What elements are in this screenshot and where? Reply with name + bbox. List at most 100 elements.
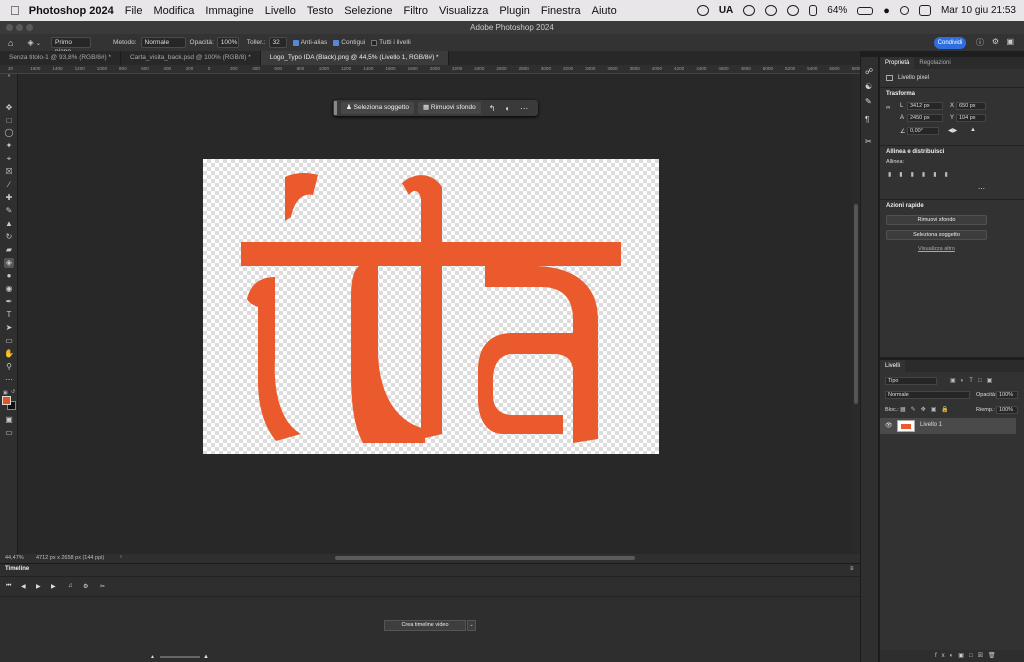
zoom-tool-icon[interactable]: ⚲: [4, 362, 14, 372]
zoom-window-button[interactable]: [26, 24, 33, 31]
tab-logo-typo-ida[interactable]: Logo_Typo IDA (Black).png @ 44,5% (Livel…: [260, 51, 449, 65]
hand-tool-icon[interactable]: ✋: [4, 349, 14, 359]
quick-actions-title[interactable]: Azioni rapide: [886, 203, 924, 209]
search-icon[interactable]: [899, 6, 909, 15]
layer-filter-select[interactable]: Tipo: [885, 377, 937, 385]
rectangle-tool-icon[interactable]: ▭: [4, 336, 14, 346]
adjustments-panel-icon[interactable]: ☯: [865, 82, 872, 91]
type-tool-icon[interactable]: T: [4, 310, 14, 320]
zoom-level[interactable]: 44,47%: [5, 555, 24, 561]
align-buttons-icon[interactable]: ▮▮▮▮▮▮: [888, 171, 956, 178]
eraser-tool-icon[interactable]: ▰: [4, 245, 14, 255]
tab-adjustments[interactable]: Regolazioni: [914, 57, 955, 69]
menu-modifica[interactable]: Modifica: [153, 5, 194, 17]
see-more-link[interactable]: Visualizza altro: [918, 246, 955, 252]
y-position-input[interactable]: 104 px: [956, 114, 986, 122]
menu-immagine[interactable]: Immagine: [205, 5, 253, 17]
lasso-tool-icon[interactable]: ◯: [4, 128, 14, 138]
clock[interactable]: Mar 10 giu 21:53: [941, 5, 1016, 16]
menu-testo[interactable]: Testo: [307, 5, 333, 17]
method-select[interactable]: Normale: [140, 37, 186, 48]
quick-remove-background-button[interactable]: Rimuovi sfondo: [886, 215, 987, 225]
split-icon[interactable]: ✂: [100, 583, 105, 590]
blur-tool-icon[interactable]: ●: [4, 271, 14, 281]
blend-mode-select[interactable]: Normale: [885, 391, 970, 399]
layer-opacity-input[interactable]: 100%: [996, 391, 1018, 399]
share-button[interactable]: Condividi: [934, 37, 966, 49]
help-icon[interactable]: ⓘ: [976, 37, 984, 48]
timeline-menu-icon[interactable]: ≡: [850, 566, 854, 572]
drag-handle[interactable]: [334, 101, 337, 115]
menu-app-name[interactable]: Photoshop 2024: [29, 5, 114, 17]
input-source-label[interactable]: UA: [719, 5, 733, 16]
menu-visualizza[interactable]: Visualizza: [439, 5, 488, 17]
zoom-out-icon[interactable]: ▲: [150, 654, 155, 660]
previous-frame-icon[interactable]: ◀: [21, 583, 26, 590]
antialias-checkbox[interactable]: [292, 39, 299, 46]
screen-mode-icon[interactable]: ▭: [4, 428, 14, 438]
settings-gear-icon[interactable]: ⚙: [992, 37, 999, 46]
bluetooth-icon[interactable]: [809, 5, 818, 16]
transform-section-title[interactable]: Trasforma: [886, 91, 915, 97]
tab-senza-titolo[interactable]: Senza titolo-1 @ 93,8% (RGB/8#) *: [0, 51, 121, 65]
eyedropper-tool-icon[interactable]: ∕: [4, 180, 14, 190]
layer-row[interactable]: 👁 Livello 1: [880, 418, 1016, 434]
battery-percent[interactable]: 64%: [827, 5, 847, 16]
first-frame-icon[interactable]: ⏮: [6, 583, 11, 590]
lock-icons[interactable]: ▦✎✥▣🔒: [900, 406, 954, 413]
zoom-in-icon[interactable]: ▲: [203, 654, 209, 660]
height-input[interactable]: 2450 px: [907, 114, 943, 122]
swap-colors-icon[interactable]: ↺: [11, 389, 15, 395]
horizontal-scroll-thumb[interactable]: [335, 556, 635, 560]
vertical-scroll-thumb[interactable]: [854, 204, 858, 404]
tab-layers[interactable]: Livelli: [880, 360, 906, 372]
visibility-eye-icon[interactable]: 👁: [885, 422, 893, 429]
move-tool-icon[interactable]: ✥: [4, 103, 14, 113]
battery-icon[interactable]: [857, 6, 874, 15]
history-brush-tool-icon[interactable]: ↻: [4, 232, 14, 242]
layer-fill-input[interactable]: 100%: [996, 406, 1018, 414]
settings-icon[interactable]: ⚙: [83, 583, 88, 590]
tab-properties[interactable]: Proprietà: [880, 57, 915, 69]
create-video-timeline-button[interactable]: Crea timeline video: [384, 620, 466, 631]
pen-tool-icon[interactable]: ✒: [4, 297, 14, 307]
creative-cloud-icon[interactable]: [696, 5, 709, 16]
airdrop-icon[interactable]: [765, 5, 778, 16]
audio-icon[interactable]: ♫: [68, 583, 73, 589]
crop-tool-icon[interactable]: ⌖: [4, 154, 14, 164]
transform-icon[interactable]: ↰: [489, 104, 496, 113]
menu-selezione[interactable]: Selezione: [344, 5, 392, 17]
more-options-icon[interactable]: ⋯: [520, 104, 528, 113]
link-dimensions-icon[interactable]: ∞: [886, 105, 890, 111]
foreground-color-swatch[interactable]: [2, 396, 11, 405]
document-canvas[interactable]: [203, 159, 659, 454]
flip-vertical-icon[interactable]: ▲: [970, 127, 976, 133]
sync-icon[interactable]: [743, 5, 756, 16]
status-menu-chevron-icon[interactable]: ›: [120, 554, 122, 560]
adjustment-icon[interactable]: ◐: [505, 104, 510, 113]
close-window-button[interactable]: [6, 24, 13, 31]
menu-aiuto[interactable]: Aiuto: [592, 5, 617, 17]
timeline-zoom-slider[interactable]: [160, 656, 200, 658]
quick-select-subject-button[interactable]: Seleziona soggetto: [886, 230, 987, 240]
canvas-area[interactable]: ♟ Seleziona soggetto ▦ Rimuovi sfondo ↰ …: [18, 74, 852, 554]
paragraph-panel-icon[interactable]: ¶: [865, 115, 869, 124]
layer-name[interactable]: Livello 1: [920, 422, 942, 428]
menu-file[interactable]: File: [125, 5, 143, 17]
menu-plugin[interactable]: Plugin: [499, 5, 530, 17]
timemachine-icon[interactable]: [787, 5, 800, 16]
home-icon[interactable]: ⌂: [8, 38, 13, 48]
menu-livello[interactable]: Livello: [265, 5, 296, 17]
layer-footer-icons[interactable]: fx◐▣□☒🗑: [935, 652, 1001, 659]
play-icon[interactable]: ▶: [36, 583, 41, 590]
quick-selection-tool-icon[interactable]: ✦: [4, 141, 14, 151]
apple-icon[interactable]: : [10, 3, 20, 18]
remove-background-button[interactable]: ▦ Rimuovi sfondo: [417, 102, 481, 114]
width-input[interactable]: 3412 px: [907, 102, 943, 110]
frame-tool-icon[interactable]: ☒: [4, 167, 14, 177]
history-panel-icon[interactable]: ☍: [865, 67, 873, 76]
align-section-title[interactable]: Allinea e distribuisci: [886, 149, 944, 155]
angle-input[interactable]: 0,00°: [907, 127, 939, 135]
all-layers-checkbox[interactable]: [371, 39, 378, 46]
workspace-icon[interactable]: ▣: [1006, 37, 1014, 46]
